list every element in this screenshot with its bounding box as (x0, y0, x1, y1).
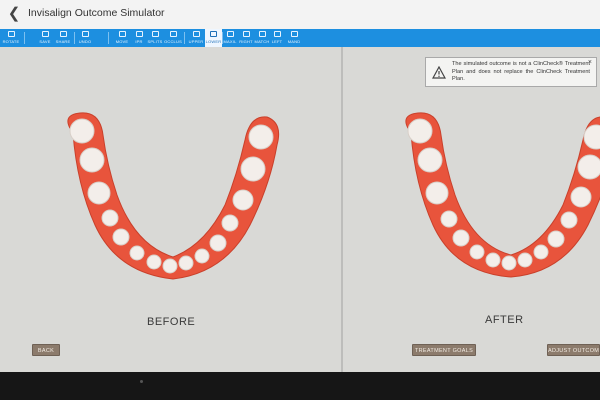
tool-splits[interactable]: SPLITS (147, 29, 163, 47)
close-icon[interactable]: × (588, 59, 592, 66)
toolbar-divider (74, 32, 75, 44)
tooth (146, 254, 162, 270)
left-view-icon (273, 31, 281, 37)
before-label: BEFORE (147, 316, 196, 328)
tooth (162, 258, 178, 274)
treatment-goals-button[interactable]: TREATMENT GOALS (412, 344, 476, 356)
tool-ipr[interactable]: IPR (133, 29, 145, 47)
tooth (547, 230, 565, 248)
tooth (425, 181, 449, 205)
toolbar: ROTATE SAVE SHARE UNDO MOVE IPR SPLITS O… (0, 29, 600, 47)
app-screen: ❮ Invisalign Outcome Simulator ROTATE SA… (0, 0, 600, 372)
tool-move[interactable]: MOVE (115, 29, 129, 47)
tool-left[interactable]: LEFT (271, 29, 283, 47)
disclaimer-notice: The simulated outcome is not a ClinCheck… (425, 57, 597, 87)
after-label: AFTER (485, 314, 524, 326)
tooth (87, 181, 111, 205)
occlusal-icon (169, 31, 177, 37)
device-bezel (0, 372, 600, 400)
bezel-dot (140, 380, 143, 383)
toolbar-divider (24, 32, 25, 44)
tool-save[interactable]: SAVE (38, 29, 52, 47)
tooth (209, 234, 227, 252)
tooth (417, 147, 443, 173)
tooth (112, 228, 130, 246)
tooth (407, 118, 433, 144)
title-bar: ❮ Invisalign Outcome Simulator (0, 0, 600, 30)
tooth (178, 255, 194, 271)
after-dental-arch-image[interactable] (393, 105, 600, 285)
tooth (232, 189, 254, 211)
tool-share[interactable]: SHARE (54, 29, 72, 47)
ipr-icon (135, 31, 143, 37)
tooth (248, 124, 274, 150)
upper-arch-icon (192, 31, 200, 37)
adjust-outcome-button[interactable]: ADJUST OUTCOME (547, 344, 600, 356)
lower-arch-icon (210, 31, 217, 37)
tooth (517, 252, 533, 268)
maxilla-icon (226, 31, 234, 37)
app-title: Invisalign Outcome Simulator (28, 7, 165, 19)
back-arrow-icon[interactable]: ❮ (6, 5, 22, 23)
tooth (577, 154, 600, 180)
move-icon (118, 31, 126, 37)
toolbar-divider (108, 32, 109, 44)
tooth (469, 244, 485, 260)
tooth (570, 186, 592, 208)
match-icon (258, 31, 266, 37)
tooth (501, 255, 517, 271)
rotate-icon (7, 31, 15, 37)
tooth (101, 209, 119, 227)
back-button[interactable]: BACK (32, 344, 60, 356)
tooth (194, 248, 210, 264)
tooth (452, 229, 470, 247)
right-view-icon (242, 31, 250, 37)
tooth (560, 211, 578, 229)
mandible-icon (290, 31, 298, 37)
undo-icon (81, 31, 89, 37)
splits-icon (151, 31, 159, 37)
tool-rotate[interactable]: ROTATE (2, 29, 20, 47)
save-icon (41, 31, 49, 37)
before-dental-arch-image[interactable] (55, 105, 285, 285)
tooth (221, 214, 239, 232)
tooth (69, 118, 95, 144)
tooth (485, 252, 501, 268)
tool-occlus[interactable]: OCCLUS (164, 29, 182, 47)
tool-right[interactable]: RIGHT (239, 29, 253, 47)
tool-mand[interactable]: MAND (287, 29, 301, 47)
tooth (440, 210, 458, 228)
toolbar-divider (184, 32, 185, 44)
tool-maxil[interactable]: MAXIL (223, 29, 237, 47)
disclaimer-text: The simulated outcome is not a ClinCheck… (452, 61, 590, 82)
tooth (533, 244, 549, 260)
tool-undo[interactable]: UNDO (78, 29, 92, 47)
tooth (129, 245, 145, 261)
share-icon (59, 31, 67, 37)
tooth (79, 147, 105, 173)
warning-icon (432, 66, 446, 79)
tooth (240, 156, 266, 182)
tool-match[interactable]: MATCH (255, 29, 269, 47)
tool-upper[interactable]: UPPER (188, 29, 204, 47)
tool-lower[interactable]: LOWER (205, 29, 222, 47)
